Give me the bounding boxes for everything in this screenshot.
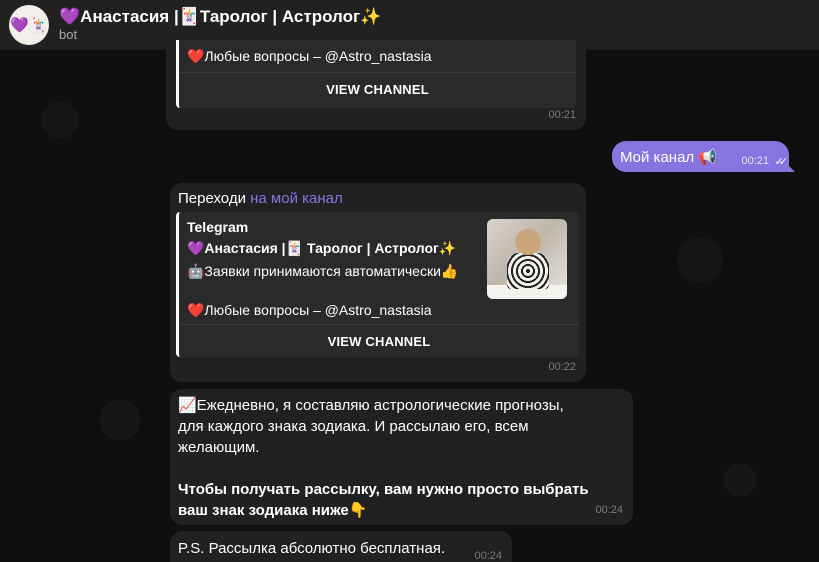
- channel-link[interactable]: на мой канал: [250, 190, 343, 207]
- preview-line: ❤️Любые вопросы – @Astro_nastasia: [187, 302, 432, 318]
- preview-line: ❤️Любые вопросы – @Astro_nastasia: [187, 48, 432, 64]
- view-channel-button[interactable]: VIEW CHANNEL: [179, 324, 579, 357]
- message-channel[interactable]: Переходи на мой канал Telegram 💜Анастаси…: [170, 183, 586, 382]
- message-time: 00:22: [548, 361, 576, 373]
- photo-person-head: [515, 229, 541, 255]
- avatar-emoji: 💜🃏: [10, 16, 48, 34]
- link-preview[interactable]: ❤️Любые вопросы – @Astro_nastasia VIEW C…: [176, 40, 576, 108]
- message-ps[interactable]: P.S. Рассылка абсолютно бесплатная. 00:2…: [170, 531, 512, 562]
- preview-site-name: Telegram: [187, 219, 249, 235]
- chat-title: 💜Анастасия |🃏Таролог | Астролог✨: [59, 6, 382, 26]
- message-channel-top[interactable]: ❤️Любые вопросы – @Astro_nastasia VIEW C…: [166, 40, 586, 130]
- bubble-tail: [787, 164, 795, 172]
- message-text: P.S. Рассылка абсолютно бесплатная.: [178, 540, 446, 557]
- photo-person-body: [507, 253, 549, 289]
- message-body: 📈Ежедневно, я составляю астрологические …: [178, 395, 589, 521]
- message-time: 00:24: [474, 550, 502, 562]
- message-time: 00:21: [548, 109, 576, 121]
- avatar[interactable]: 💜🃏: [9, 4, 49, 45]
- message-text: Мой канал 📢: [620, 148, 718, 166]
- message-line: Чтобы получать рассылку, вам нужно прост…: [178, 481, 589, 498]
- message-time: 00:24: [595, 504, 623, 516]
- message-outgoing[interactable]: Мой канал 📢 00:21 ✓✓: [612, 141, 795, 172]
- preview-line: 🤖Заявки принимаются автоматически👍: [187, 263, 459, 279]
- header-info[interactable]: 💜Анастасия |🃏Таролог | Астролог✨ bot: [59, 7, 381, 43]
- message-text: Переходи на мой канал: [178, 188, 343, 209]
- message-line: желающим.: [178, 439, 260, 456]
- view-channel-button[interactable]: VIEW CHANNEL: [179, 72, 576, 106]
- message-time: 00:21: [741, 155, 769, 167]
- link-preview[interactable]: Telegram 💜Анастасия |🃏 Таролог | Астроло…: [176, 212, 579, 357]
- message-line: для каждого знака зодиака. И рассылаю ег…: [178, 418, 529, 435]
- message-line: 📈Ежедневно, я составляю астрологические …: [178, 397, 564, 414]
- message-text-prefix: Переходи: [178, 190, 251, 207]
- preview-photo[interactable]: [487, 219, 567, 299]
- message-line: ваш знак зодиака ниже👇: [178, 502, 368, 519]
- preview-title: 💜Анастасия |🃏 Таролог | Астролог✨: [187, 240, 457, 256]
- read-checkmarks-icon: ✓✓: [774, 156, 789, 168]
- message-horoscope[interactable]: 📈Ежедневно, я составляю астрологические …: [170, 389, 633, 525]
